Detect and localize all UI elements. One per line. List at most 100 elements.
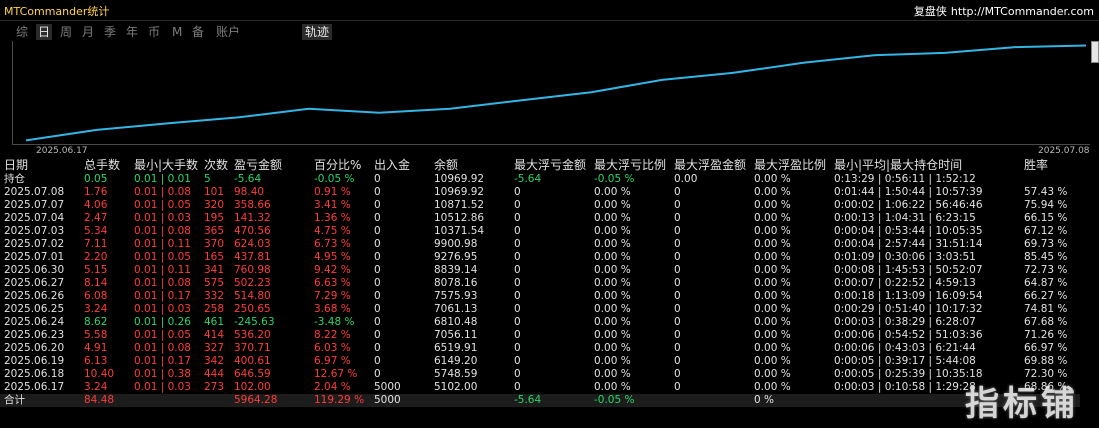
- table-row[interactable]: 2025.07.03 5.34 0.01 | 0.08 365 470.56 4.75 %…: [0, 225, 1080, 238]
- tab-day[interactable]: 日: [36, 24, 53, 40]
- table-cell: 0.00 %: [754, 173, 791, 185]
- column-header[interactable]: 最小|大手数: [130, 158, 200, 173]
- table-cell: 0.00 %: [594, 251, 631, 263]
- tab-overview[interactable]: 综: [14, 24, 30, 40]
- column-header[interactable]: 最小|平均|最大持仓时间: [830, 158, 1020, 173]
- table-cell: 0:00:29 | 0:51:40 | 10:17:32: [834, 303, 983, 315]
- table-cell: 437.81: [234, 251, 271, 263]
- table-cell: 0.00 %: [594, 277, 631, 289]
- column-header[interactable]: 总手数: [80, 158, 130, 173]
- column-header[interactable]: 最大浮盈金额: [670, 158, 750, 173]
- table-row[interactable]: 2025.06.20 4.91 0.01 | 0.08 327 370.71 6.03 %…: [0, 342, 1080, 355]
- table-row[interactable]: 2025.06.25 3.24 0.01 | 0.03 258 250.65 3.68 %…: [0, 303, 1080, 316]
- table-cell: 414: [204, 329, 225, 341]
- table-cell: 0: [514, 355, 521, 367]
- website-link[interactable]: http://MTCommander.com: [951, 5, 1094, 18]
- tab-account[interactable]: 账户: [214, 24, 242, 40]
- table-cell: 0: [514, 329, 521, 341]
- table-cell: 9.42 %: [314, 264, 351, 276]
- table-cell: 0.00 %: [594, 355, 631, 367]
- table-cell: 0.00 %: [594, 199, 631, 211]
- table-cell: 5.58: [84, 329, 108, 341]
- table-row[interactable]: 2025.07.04 2.47 0.01 | 0.03 195 141.32 1.36 %…: [0, 212, 1080, 225]
- table-cell: 0.00 %: [594, 342, 631, 354]
- table-cell: [130, 394, 200, 407]
- table-cell: 7.11: [84, 238, 108, 250]
- table-cell: 502.23: [234, 277, 271, 289]
- column-header[interactable]: 盈亏金额: [230, 158, 310, 173]
- table-cell: 0: [374, 342, 381, 354]
- table-cell: 0: [514, 290, 521, 302]
- table-cell: 0.00 %: [594, 303, 631, 315]
- table-cell: 2025.06.23: [4, 329, 65, 341]
- table-cell: 0.01 | 0.08: [134, 225, 191, 237]
- table-row[interactable]: 2025.07.01 2.20 0.01 | 0.05 165 437.81 4.95 %…: [0, 251, 1080, 264]
- table-row[interactable]: 2025.06.24 8.62 0.01 | 0.26 461 -245.63 -3.48…: [0, 316, 1080, 329]
- table-cell: 0.00 %: [754, 277, 791, 289]
- column-header[interactable]: 余额: [430, 158, 510, 173]
- table-cell: 0.00 %: [594, 238, 631, 250]
- total-row[interactable]: 合计 84.48 5964.28 119.29 % 5000 -5.64 -0.05 % 0 …: [0, 394, 1080, 407]
- table-row[interactable]: 2025.06.23 5.58 0.01 | 0.05 414 536.20 8.22 %…: [0, 329, 1080, 342]
- tab-currency[interactable]: 币: [146, 24, 162, 40]
- scroll-handle[interactable]: [1091, 41, 1099, 63]
- table-cell: 7056.11: [434, 329, 478, 341]
- table-cell: 2025.07.03: [4, 225, 65, 237]
- table-cell: 67.12 %: [1024, 225, 1068, 237]
- tab-year[interactable]: 年: [124, 24, 140, 40]
- table-row[interactable]: 2025.07.08 1.76 0.01 | 0.08 101 98.40 0.91 % 0…: [0, 186, 1080, 199]
- table-cell: 0.01 | 0.17: [134, 290, 191, 302]
- table-cell: 0.00: [674, 173, 698, 185]
- holding-row[interactable]: 持仓 0.05 0.01 | 0.01 5 -5.64 -0.05 % 0 10969.92 -…: [0, 173, 1080, 186]
- column-header[interactable]: 百分比%: [310, 158, 370, 173]
- table-cell: 0: [374, 355, 381, 367]
- table-cell: 2025.07.04: [4, 212, 65, 224]
- column-header[interactable]: 出入金: [370, 158, 430, 173]
- header-right: 复盘侠 http://MTCommander.com: [914, 3, 1094, 19]
- table-row[interactable]: 2025.06.17 3.24 0.01 | 0.03 273 102.00 2.04 %…: [0, 381, 1080, 394]
- tab-quarter[interactable]: 季: [102, 24, 118, 40]
- table-cell: 0.00 %: [594, 329, 631, 341]
- table-cell: 0.01 | 0.08: [134, 277, 191, 289]
- table-cell: 3.24: [84, 381, 108, 393]
- table-row[interactable]: 2025.06.30 5.15 0.01 | 0.11 341 760.98 9.42 %…: [0, 264, 1080, 277]
- table-row[interactable]: 2025.06.19 6.13 0.01 | 0.17 342 400.61 6.97 %…: [0, 355, 1080, 368]
- table-cell: 0: [674, 225, 681, 237]
- table-cell: 0:00:03 | 0:38:29 | 6:28:07: [834, 316, 976, 328]
- table-cell: 0.01 | 0.05: [134, 199, 191, 211]
- table-cell: 0: [674, 212, 681, 224]
- tab-note[interactable]: 备: [190, 24, 206, 40]
- table-cell: 0: [374, 173, 381, 185]
- column-header[interactable]: 最大浮盈比例: [750, 158, 830, 173]
- tab-magic[interactable]: M: [170, 24, 184, 40]
- table-cell: 0:00:02 | 1:06:22 | 56:46:46: [834, 199, 983, 211]
- column-header[interactable]: 日期: [0, 158, 80, 173]
- table-cell: [430, 394, 510, 407]
- table-cell: 6.08: [84, 290, 108, 302]
- column-header[interactable]: 最大浮亏金额: [510, 158, 590, 173]
- table-row[interactable]: 2025.06.26 6.08 0.01 | 0.17 332 514.80 7.29 %…: [0, 290, 1080, 303]
- table-row[interactable]: 2025.07.02 7.11 0.01 | 0.11 370 624.03 6.73 %…: [0, 238, 1080, 251]
- app-title: MTCommander统计: [4, 5, 110, 18]
- column-header[interactable]: 最大浮亏比例: [590, 158, 670, 173]
- column-header[interactable]: 胜率: [1020, 158, 1080, 173]
- table-cell: 6149.20: [434, 355, 478, 367]
- table-cell: 0: [674, 368, 681, 380]
- table-cell: 0.00 %: [754, 212, 791, 224]
- table-cell: 2025.07.01: [4, 251, 65, 263]
- table-cell: 2025.06.19: [4, 355, 65, 367]
- table-cell: 0: [674, 277, 681, 289]
- tab-track[interactable]: 轨迹: [302, 24, 333, 40]
- table-cell: 575: [204, 277, 225, 289]
- table-cell: 0.01 | 0.08: [134, 342, 191, 354]
- table-row[interactable]: 2025.06.18 10.40 0.01 | 0.38 444 646.59 12.67…: [0, 368, 1080, 381]
- column-header[interactable]: 次数: [200, 158, 230, 173]
- table-cell: 0: [674, 381, 681, 393]
- tab-month[interactable]: 月: [80, 24, 96, 40]
- table-cell: 0:13:29 | 0:56:11 | 1:52:12: [834, 173, 976, 185]
- tab-week[interactable]: 周: [58, 24, 74, 40]
- table-row[interactable]: 2025.07.07 4.06 0.01 | 0.05 320 358.66 3.41 %…: [0, 199, 1080, 212]
- table-cell: 2025.07.08: [4, 186, 65, 198]
- table-cell: 0: [674, 199, 681, 211]
- table-row[interactable]: 2025.06.27 8.14 0.01 | 0.08 575 502.23 6.63 %…: [0, 277, 1080, 290]
